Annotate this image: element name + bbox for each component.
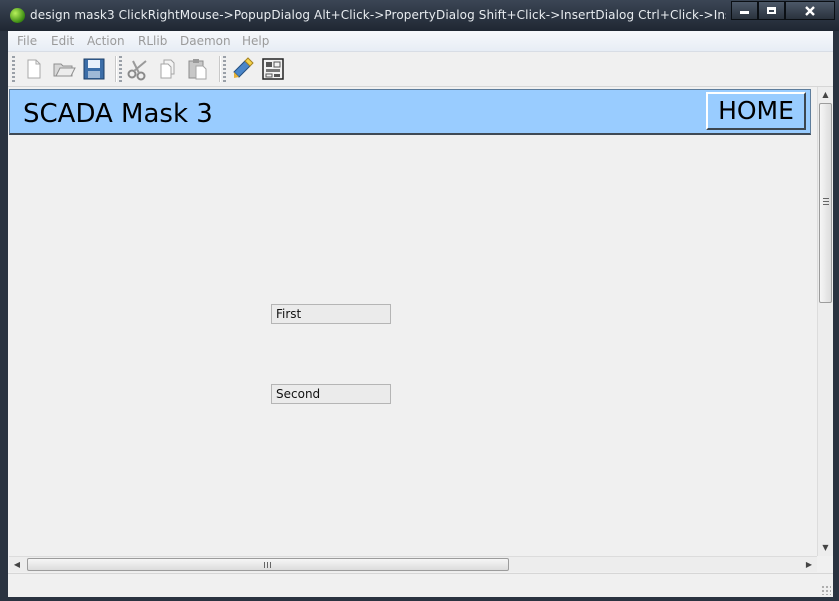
- scroll-left-arrow[interactable]: ◀: [9, 557, 25, 572]
- app-window: design mask3 ClickRightMouse->PopupDialo…: [0, 0, 839, 601]
- edit-widget-button[interactable]: [231, 57, 255, 81]
- caption-buttons: [731, 1, 835, 22]
- mask-canvas[interactable]: SCADA Mask 3 HOME First Second: [9, 87, 817, 555]
- first-label[interactable]: First: [271, 304, 391, 324]
- cut-icon: [127, 60, 147, 81]
- save-icon: [83, 58, 105, 80]
- menu-bar: File Edit Action RLlib Daemon Help: [8, 31, 833, 52]
- new-file-button[interactable]: [22, 57, 46, 81]
- maximize-button[interactable]: [758, 1, 785, 20]
- open-button[interactable]: [52, 57, 76, 81]
- vertical-scrollbar[interactable]: ▲ ▼: [817, 87, 833, 556]
- layout-button[interactable]: [261, 57, 285, 81]
- app-icon: [10, 8, 25, 23]
- menu-edit[interactable]: Edit: [51, 34, 74, 48]
- layout-grid-icon: [262, 58, 284, 80]
- paste-icon: [188, 59, 207, 80]
- toolbar-separator: [115, 56, 117, 82]
- save-button[interactable]: [82, 57, 106, 81]
- close-button[interactable]: [785, 1, 835, 20]
- open-folder-icon: [53, 63, 76, 77]
- page-title: SCADA Mask 3: [23, 99, 213, 129]
- toolbar: [8, 52, 833, 87]
- new-file-icon: [27, 59, 41, 79]
- menu-file[interactable]: File: [17, 34, 37, 48]
- toolbar-grip[interactable]: [12, 56, 15, 82]
- menu-action[interactable]: Action: [87, 34, 125, 48]
- horizontal-scrollbar[interactable]: ◀ ▶: [9, 556, 817, 572]
- resize-grip-icon[interactable]: [821, 585, 831, 595]
- second-label[interactable]: Second: [271, 384, 391, 404]
- scroll-right-arrow[interactable]: ▶: [801, 557, 817, 572]
- menu-rllib[interactable]: RLlib: [138, 34, 167, 48]
- paste-button[interactable]: [186, 57, 210, 81]
- menu-daemon[interactable]: Daemon: [180, 34, 231, 48]
- maximize-icon: [767, 7, 776, 14]
- home-button[interactable]: HOME: [706, 92, 806, 130]
- status-bar: [8, 573, 833, 597]
- thumb-grip-icon: [823, 198, 829, 205]
- toolbar-separator: [219, 56, 221, 82]
- minimize-icon: [740, 11, 749, 14]
- mask-header: SCADA Mask 3 HOME: [9, 89, 811, 135]
- copy-button[interactable]: [156, 57, 180, 81]
- window-title: design mask3 ClickRightMouse->PopupDialo…: [30, 8, 726, 22]
- scroll-up-arrow[interactable]: ▲: [818, 87, 833, 103]
- toolbar-grip[interactable]: [119, 56, 122, 82]
- toolbar-grip[interactable]: [223, 56, 226, 82]
- close-icon: [805, 6, 815, 16]
- horizontal-scroll-thumb[interactable]: [27, 558, 509, 571]
- scroll-down-arrow[interactable]: ▼: [818, 540, 833, 556]
- client-area: File Edit Action RLlib Daemon Help SCADA…: [8, 31, 833, 597]
- title-bar[interactable]: design mask3 ClickRightMouse->PopupDialo…: [0, 0, 839, 31]
- vertical-scroll-thumb[interactable]: [819, 103, 832, 303]
- cut-button[interactable]: [126, 57, 150, 81]
- copy-icon: [160, 59, 175, 79]
- edit-widget-icon: [233, 57, 254, 78]
- menu-help[interactable]: Help: [242, 34, 269, 48]
- minimize-button[interactable]: [731, 1, 758, 20]
- thumb-grip-icon: [264, 562, 271, 568]
